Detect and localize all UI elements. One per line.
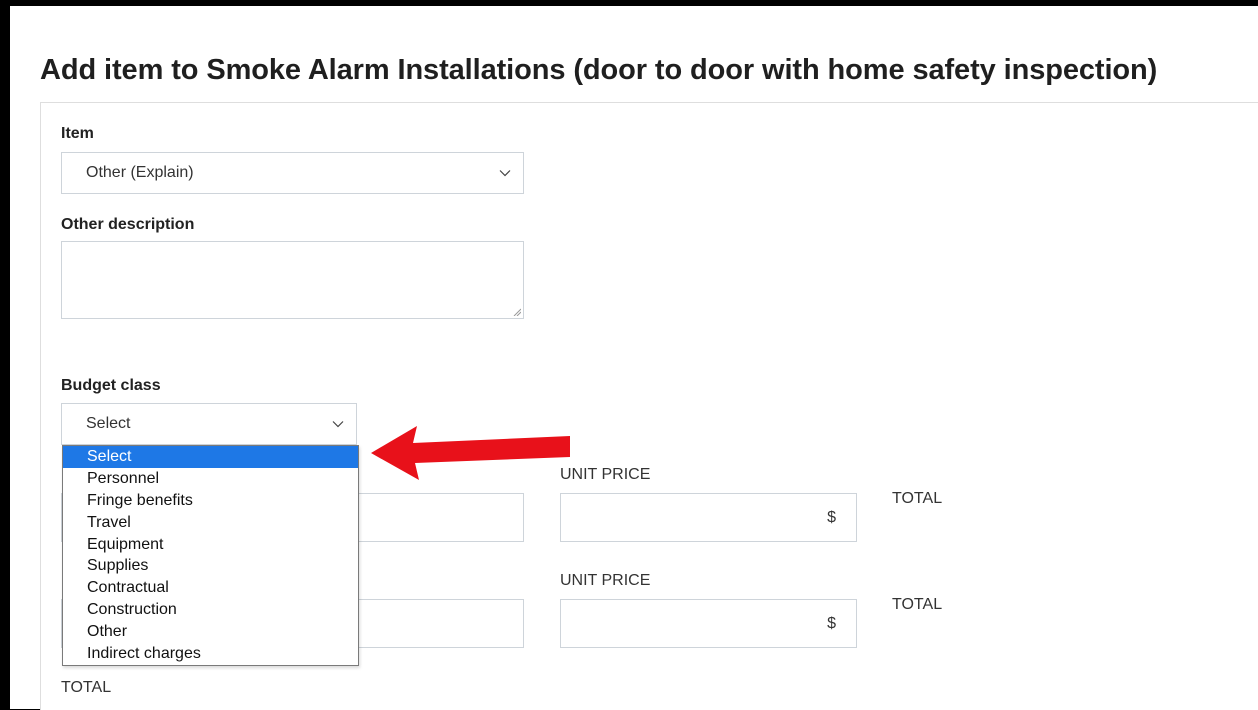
dropdown-option-supplies[interactable]: Supplies [63, 555, 358, 577]
dropdown-option-indirect-charges[interactable]: Indirect charges [63, 643, 358, 665]
dropdown-option-personnel[interactable]: Personnel [63, 468, 358, 490]
footer-total-label: TOTAL [61, 679, 112, 696]
other-description-label: Other description [61, 216, 195, 233]
total-label-1: TOTAL [892, 490, 943, 507]
dropdown-option-equipment[interactable]: Equipment [63, 534, 358, 556]
unit-price-input-1[interactable]: $ [560, 493, 857, 542]
resize-grip-icon[interactable] [513, 308, 521, 316]
budget-class-dropdown-list: Select Personnel Fringe benefits Travel … [62, 445, 359, 666]
dropdown-option-construction[interactable]: Construction [63, 599, 358, 621]
dropdown-option-other[interactable]: Other [63, 621, 358, 643]
budget-class-select-value: Select [86, 415, 131, 432]
budget-class-select[interactable]: Select [61, 403, 357, 445]
item-label: Item [61, 125, 94, 142]
budget-class-label: Budget class [61, 377, 161, 394]
currency-symbol: $ [827, 614, 836, 632]
dropdown-option-select[interactable]: Select [63, 446, 358, 468]
dropdown-option-contractual[interactable]: Contractual [63, 577, 358, 599]
dropdown-option-fringe-benefits[interactable]: Fringe benefits [63, 490, 358, 512]
currency-symbol: $ [827, 508, 836, 526]
chevron-down-icon [499, 170, 511, 177]
unit-price-label-2: UNIT PRICE [560, 572, 651, 589]
unit-price-input-2[interactable]: $ [560, 599, 857, 648]
item-select-value: Other (Explain) [86, 164, 194, 181]
modal-title: Add item to Smoke Alarm Installations (d… [40, 54, 1158, 86]
chevron-down-icon [332, 421, 344, 428]
red-arrow-annotation-icon [371, 426, 570, 480]
other-description-textarea[interactable] [61, 241, 524, 319]
item-select[interactable]: Other (Explain) [61, 152, 524, 194]
total-label-2: TOTAL [892, 596, 943, 613]
dropdown-option-travel[interactable]: Travel [63, 512, 358, 534]
